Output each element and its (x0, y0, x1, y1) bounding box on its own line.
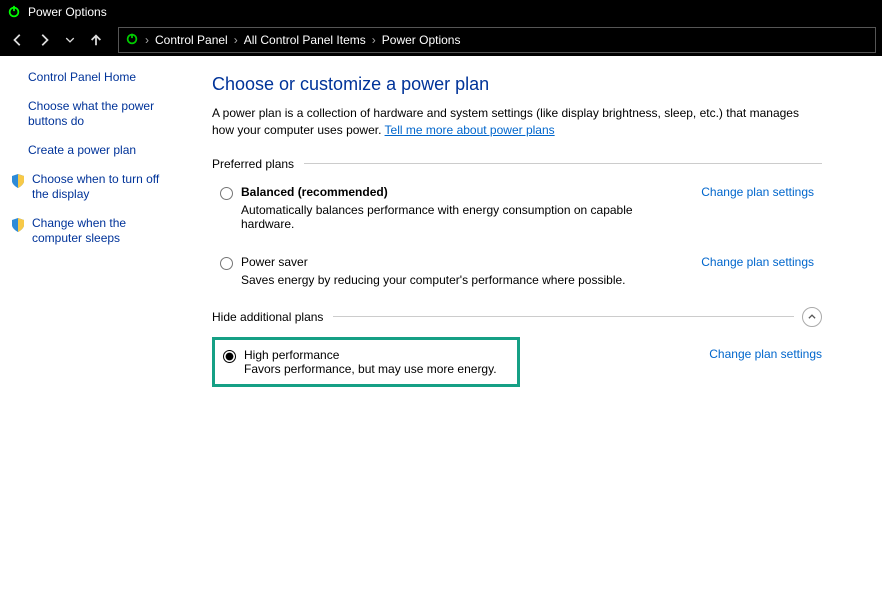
hide-additional-label: Hide additional plans (212, 310, 323, 324)
sidebar-control-panel-home[interactable]: Control Panel Home (28, 70, 178, 85)
plan-balanced-radio[interactable] (220, 187, 233, 200)
breadcrumb-seg-all-items[interactable]: All Control Panel Items (244, 33, 366, 47)
chevron-right-icon: › (372, 33, 376, 47)
power-options-icon (6, 4, 22, 20)
preferred-plans-header: Preferred plans (212, 157, 822, 171)
plan-saver-radio[interactable] (220, 257, 233, 270)
plan-saver-desc: Saves energy by reducing your computer's… (241, 273, 681, 287)
plan-high-performance-row: High performance Favors performance, but… (212, 337, 822, 387)
plan-balanced-desc: Automatically balances performance with … (241, 203, 681, 231)
change-plan-settings-balanced[interactable]: Change plan settings (701, 185, 814, 199)
divider (304, 163, 822, 164)
highlight-box: High performance Favors performance, but… (212, 337, 520, 387)
plan-high-radio[interactable] (223, 350, 236, 363)
plan-high-desc: Favors performance, but may use more ene… (244, 362, 497, 376)
change-plan-settings-high[interactable]: Change plan settings (709, 347, 822, 361)
back-button[interactable] (6, 28, 30, 52)
up-button[interactable] (84, 28, 108, 52)
forward-button[interactable] (32, 28, 56, 52)
preferred-plans-label: Preferred plans (212, 157, 294, 171)
divider (333, 316, 794, 317)
recent-dropdown-icon[interactable] (58, 28, 82, 52)
breadcrumb-seg-power-options[interactable]: Power Options (382, 33, 461, 47)
change-plan-settings-saver[interactable]: Change plan settings (701, 255, 814, 269)
collapse-toggle[interactable] (802, 307, 822, 327)
plan-power-saver: Power saver Saves energy by reducing you… (212, 251, 822, 291)
address-icon (125, 32, 139, 49)
hide-additional-header: Hide additional plans (212, 307, 822, 327)
tell-me-more-link[interactable]: Tell me more about power plans (385, 123, 555, 137)
sidebar: Control Panel Home Choose what the power… (0, 56, 190, 591)
intro-text: A power plan is a collection of hardware… (212, 105, 822, 139)
window-titlebar: Power Options (0, 0, 882, 24)
shield-icon (10, 173, 26, 189)
sidebar-create-power-plan[interactable]: Create a power plan (28, 143, 178, 158)
chevron-right-icon: › (145, 33, 149, 47)
plan-balanced-title[interactable]: Balanced (recommended) (241, 185, 681, 199)
sidebar-choose-power-buttons[interactable]: Choose what the power buttons do (28, 99, 178, 129)
window-title: Power Options (28, 5, 107, 19)
breadcrumb-seg-control-panel[interactable]: Control Panel (155, 33, 228, 47)
plan-high-title[interactable]: High performance (244, 348, 497, 362)
page-heading: Choose or customize a power plan (212, 74, 822, 95)
main-content: Choose or customize a power plan A power… (190, 56, 882, 591)
sidebar-change-when-sleeps[interactable]: Change when the computer sleeps (32, 216, 178, 246)
plan-saver-title[interactable]: Power saver (241, 255, 681, 269)
address-bar[interactable]: › Control Panel › All Control Panel Item… (118, 27, 876, 53)
chevron-right-icon: › (234, 33, 238, 47)
nav-bar: › Control Panel › All Control Panel Item… (0, 24, 882, 56)
plan-balanced: Balanced (recommended) Automatically bal… (212, 181, 822, 235)
shield-icon (10, 217, 26, 233)
sidebar-choose-turn-off-display[interactable]: Choose when to turn off the display (32, 172, 178, 202)
